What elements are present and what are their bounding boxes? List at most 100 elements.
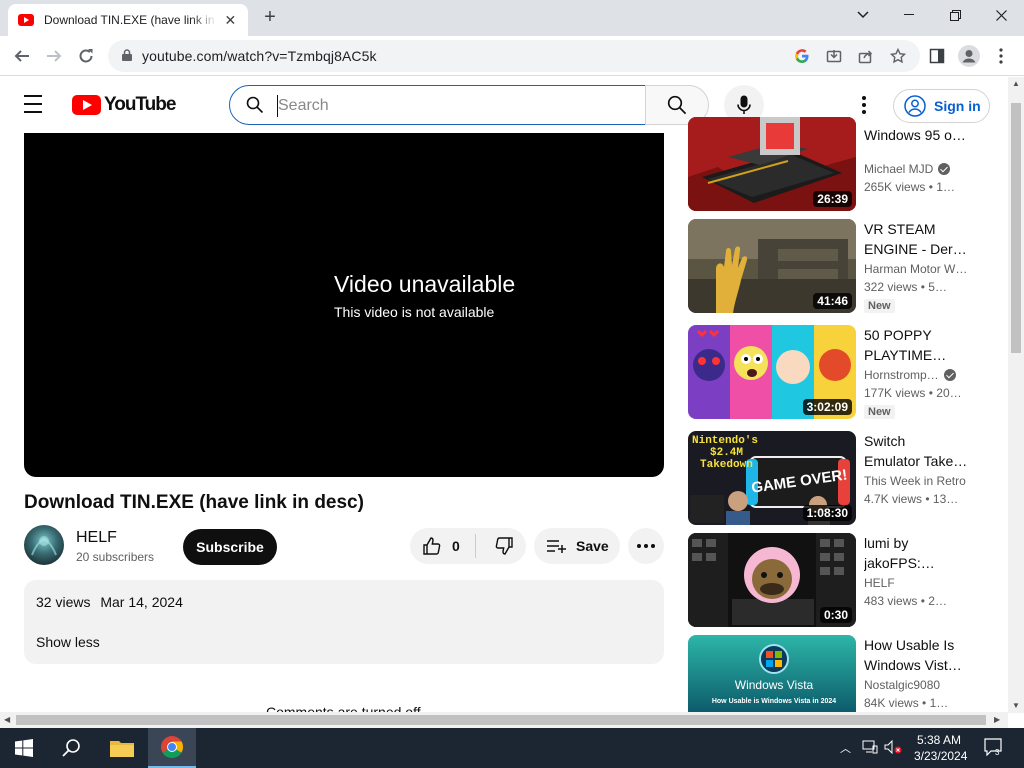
save-label: Save [576, 538, 609, 554]
recommended-channel[interactable]: Nostalgic9080 [864, 678, 974, 692]
verified-icon [943, 369, 956, 381]
back-button[interactable] [8, 42, 36, 70]
url-text[interactable]: youtube.com/watch?v=Tzmbqj8AC5k [142, 48, 377, 64]
hamburger-menu-icon[interactable] [24, 95, 48, 115]
taskbar-chrome[interactable] [148, 728, 196, 768]
vertical-scroll-thumb[interactable] [1011, 103, 1021, 353]
horizontal-scroll-thumb[interactable] [16, 715, 986, 725]
network-icon[interactable] [862, 740, 878, 757]
video-thumbnail[interactable]: 41:46 [688, 219, 856, 313]
new-tab-button[interactable]: + [258, 6, 282, 30]
recommended-title[interactable]: How Usable Is Windows Vist… [864, 635, 974, 675]
volume-muted-icon[interactable] [884, 739, 902, 757]
recommended-title-line: Switch [864, 433, 906, 449]
search-icon [246, 96, 264, 114]
like-dislike-group: 0 [410, 528, 526, 564]
lock-icon[interactable] [122, 49, 132, 61]
notifications-icon[interactable]: 3 [984, 738, 1004, 759]
recommended-title[interactable]: lumi by jakoFPS:… [864, 533, 974, 573]
video-duration: 0:30 [819, 607, 852, 623]
recommended-video[interactable]: 41:46 VR STEAM ENGINE - Dera… Harman Mot… [688, 219, 988, 313]
horizontal-scrollbar[interactable]: ◀ ▶ [0, 712, 1008, 728]
scroll-left-arrow-icon[interactable]: ◀ [4, 715, 10, 724]
show-less-button[interactable]: Show less [36, 634, 100, 650]
vertical-scrollbar[interactable]: ▲ ▼ [1008, 77, 1024, 713]
video-thumbnail[interactable]: 3:02:09 [688, 325, 856, 419]
like-button[interactable]: 0 [410, 528, 474, 564]
save-button[interactable]: Save [534, 528, 620, 564]
recommended-channel[interactable]: Michael MJD [864, 162, 974, 176]
recommended-video[interactable]: GAME OVER! Nintendo's $2.4M Takedown 1:0… [688, 431, 988, 525]
video-player[interactable]: Video unavailable This video is not avai… [24, 133, 664, 477]
thumbs-up-icon [423, 537, 441, 555]
minimize-button[interactable] [886, 0, 932, 30]
recommended-video[interactable]: 26:39 Windows 95 o… Michael MJD 265K vie… [688, 117, 988, 211]
profile-avatar-icon[interactable] [955, 42, 983, 70]
browser-toolbar: youtube.com/watch?v=Tzmbqj8AC5k [0, 36, 1024, 76]
video-duration: 1:08:30 [802, 505, 852, 521]
taskbar-file-explorer[interactable] [98, 728, 146, 768]
close-window-button[interactable] [978, 0, 1024, 30]
dislike-button[interactable] [482, 528, 526, 564]
taskbar-search-icon [62, 739, 80, 757]
taskbar-search-button[interactable] [48, 728, 96, 768]
start-button[interactable] [0, 728, 48, 768]
svg-text:Windows Vista: Windows Vista [735, 678, 814, 692]
video-title: Download TIN.EXE (have link in desc) [24, 492, 364, 513]
recommended-title[interactable]: Windows 95 o… [864, 125, 974, 145]
browser-tab[interactable]: Download TIN.EXE (have link in desc) ✕ [8, 4, 248, 36]
search-box[interactable] [229, 85, 646, 125]
recommended-title[interactable]: Switch Emulator Take… [864, 431, 974, 471]
recommended-title-line: ENGINE - Dera… [864, 241, 974, 257]
forward-button[interactable] [40, 42, 68, 70]
restore-button[interactable] [932, 0, 978, 30]
recommended-title-line: Windows Vist… [864, 657, 962, 673]
tab-title: Download TIN.EXE (have link in desc) [44, 13, 217, 27]
scroll-up-arrow-icon[interactable]: ▲ [1012, 79, 1020, 88]
unavailable-title: Video unavailable [334, 271, 516, 297]
channel-name[interactable]: HELF [76, 529, 117, 547]
video-thumbnail[interactable]: 26:39 [688, 117, 856, 211]
subscribe-button[interactable]: Subscribe [183, 529, 277, 565]
video-thumbnail[interactable]: Windows Vista How Usable is Windows Vist… [688, 635, 856, 713]
recommended-title[interactable]: VR STEAM ENGINE - Dera… [864, 219, 974, 259]
browser-menu-icon[interactable] [987, 42, 1015, 70]
recommended-channel-name: Nostalgic9080 [864, 678, 941, 692]
youtube-logo[interactable]: YouTube [72, 94, 176, 116]
share-icon[interactable] [856, 46, 876, 66]
google-lens-icon[interactable] [792, 46, 812, 66]
bookmark-star-icon[interactable] [888, 46, 908, 66]
clock-date: 3/23/2024 [914, 749, 968, 763]
address-bar[interactable]: youtube.com/watch?v=Tzmbqj8AC5k [108, 40, 920, 72]
recommended-video[interactable]: 0:30 lumi by jakoFPS:… HELF 483 views • … [688, 533, 988, 627]
recommended-title-line: 50 POPPY [864, 327, 932, 343]
svg-text:Takedown: Takedown [700, 459, 753, 471]
show-hidden-icons-icon[interactable]: ︿ [840, 740, 851, 756]
recommended-channel-name: This Week in Retro [864, 474, 966, 488]
recommended-channel[interactable]: Hornstromp… [864, 368, 974, 382]
scroll-down-arrow-icon[interactable]: ▼ [1012, 701, 1020, 710]
side-panel-icon[interactable] [923, 42, 951, 70]
reload-button[interactable] [72, 42, 100, 70]
recommended-video[interactable]: 3:02:09 50 POPPY PLAYTIME… Hornstromp… 1… [688, 325, 988, 419]
channel-avatar[interactable] [24, 525, 64, 565]
tab-search-chevron-icon[interactable] [840, 0, 886, 30]
description-meta: 32 views Mar 14, 2024 [36, 594, 183, 610]
system-clock[interactable]: 5:38 AM 3/23/2024 [914, 732, 968, 764]
recommended-title-line: lumi by [864, 535, 909, 551]
scroll-right-arrow-icon[interactable]: ▶ [994, 715, 1000, 724]
recommended-title-line: How Usable Is [864, 637, 955, 653]
tab-close-icon[interactable]: ✕ [223, 12, 238, 29]
video-thumbnail[interactable]: GAME OVER! Nintendo's $2.4M Takedown 1:0… [688, 431, 856, 525]
browser-tabstrip: Download TIN.EXE (have link in desc) ✕ + [0, 0, 1024, 36]
recommended-channel[interactable]: This Week in Retro [864, 474, 974, 488]
install-app-icon[interactable] [824, 46, 844, 66]
settings-more-icon[interactable] [852, 93, 876, 117]
search-input[interactable] [278, 94, 618, 118]
more-actions-icon[interactable] [628, 528, 664, 564]
recommended-title[interactable]: 50 POPPY PLAYTIME… [864, 325, 974, 365]
recommended-channel[interactable]: Harman Motor W… [864, 262, 974, 276]
description-box[interactable]: 32 views Mar 14, 2024 Show less [24, 580, 664, 664]
video-thumbnail[interactable]: 0:30 [688, 533, 856, 627]
recommended-channel[interactable]: HELF [864, 576, 974, 590]
